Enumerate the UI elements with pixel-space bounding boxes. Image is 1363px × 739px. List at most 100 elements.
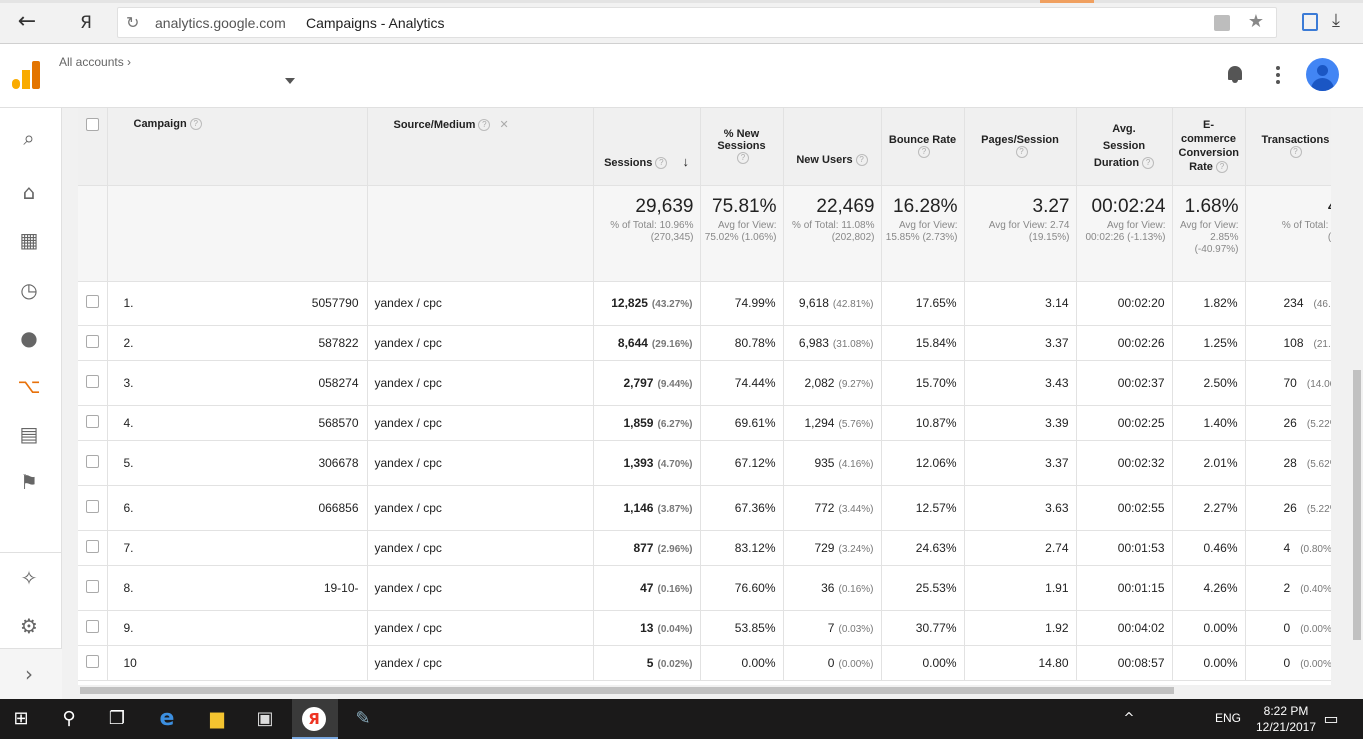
row-checkbox[interactable] <box>85 539 99 553</box>
all-accounts-breadcrumb[interactable]: All accounts › <box>59 55 131 69</box>
realtime-clock-icon[interactable]: ◷ <box>17 278 41 302</box>
source-medium-header[interactable]: Source/Medium? ✕ <box>367 108 594 186</box>
input-language[interactable]: ENG <box>1215 711 1241 725</box>
transactions-header[interactable]: Transactions? <box>1245 108 1331 186</box>
conversions-flag-icon[interactable]: ⚑ <box>17 470 41 494</box>
table-row[interactable]: 5. 306678 yandex / cpc 1,393 (4.70%) 67.12% 93… <box>78 440 1331 486</box>
table-row[interactable]: 7. yandex / cpc 877 (2.96%) 83.12% 729 (3.24%)… <box>78 530 1331 566</box>
help-icon[interactable]: ? <box>918 146 930 159</box>
source-medium-cell[interactable]: yandex / cpc <box>367 645 594 681</box>
avg-session-duration-header[interactable]: Avg. Session Duration? <box>1076 108 1173 186</box>
help-icon[interactable]: ? <box>1289 146 1302 159</box>
select-all-checkbox[interactable] <box>85 118 99 131</box>
source-medium-cell[interactable]: yandex / cpc <box>367 440 594 486</box>
account-avatar[interactable] <box>1306 58 1339 91</box>
expand-nav-button[interactable]: › <box>0 649 62 699</box>
task-view-icon[interactable]: ❐ <box>104 707 130 731</box>
table-row[interactable]: 3. 058274 yandex / cpc 2,797 (9.44%) 74.44% 2,… <box>78 360 1331 406</box>
table-row[interactable]: 1. 5057790 yandex / cpc 12,825 (43.27%) 74.99… <box>78 281 1331 326</box>
source-medium-cell[interactable]: yandex / cpc <box>367 610 594 646</box>
new-users-header[interactable]: New Users? <box>783 108 882 186</box>
source-medium-cell[interactable]: yandex / cpc <box>367 485 594 531</box>
sort-descending-icon[interactable]: ↓ <box>682 154 689 169</box>
horizontal-scroll-thumb[interactable] <box>80 687 1174 694</box>
table-row[interactable]: 6. 066856 yandex / cpc 1,146 (3.87%) 67.36% 77… <box>78 485 1331 531</box>
row-checkbox[interactable] <box>85 414 99 428</box>
source-medium-cell[interactable]: yandex / cpc <box>367 281 594 326</box>
table-row[interactable]: 9. yandex / cpc 13 (0.04%) 53.85% 7 (0.03%) 30.… <box>78 610 1331 646</box>
row-checkbox[interactable] <box>85 295 99 308</box>
more-options-icon[interactable] <box>1276 66 1280 84</box>
lock-icon[interactable] <box>1214 15 1230 31</box>
customization-icon[interactable]: ▦ <box>17 228 41 252</box>
tab-strip[interactable] <box>0 0 1363 3</box>
row-checkbox[interactable] <box>85 499 99 513</box>
admin-gear-icon[interactable]: ⚙ <box>17 614 41 638</box>
start-windows-icon[interactable]: ⊞ <box>8 707 34 731</box>
vertical-scrollbar[interactable] <box>1351 108 1363 699</box>
row-checkbox[interactable] <box>85 654 99 668</box>
campaign-header[interactable]: Campaign? <box>107 108 368 186</box>
campaign-link[interactable]: 5057790 <box>312 296 359 310</box>
campaign-link[interactable]: 19-10- <box>324 581 359 595</box>
home-icon[interactable]: ⌂ <box>17 180 41 204</box>
help-icon[interactable]: ? <box>737 152 749 165</box>
edge-browser-icon[interactable]: e <box>154 707 180 731</box>
audience-person-icon[interactable]: ● <box>17 326 41 350</box>
table-row[interactable]: 2. 587822 yandex / cpc 8,644 (29.16%) 80.78% 6… <box>78 325 1331 361</box>
source-medium-cell[interactable]: yandex / cpc <box>367 325 594 361</box>
table-row[interactable]: 10. yandex / cpc 5 (0.02%) 0.00% 0 (0.00%) 0.00… <box>78 645 1331 681</box>
remove-dimension-icon[interactable]: ✕ <box>499 119 508 131</box>
row-checkbox[interactable] <box>85 579 99 593</box>
source-medium-cell[interactable]: yandex / cpc <box>367 565 594 611</box>
account-dropdown-icon[interactable] <box>285 78 295 84</box>
action-center-icon[interactable]: ▭ <box>1318 707 1344 731</box>
file-explorer-icon[interactable]: ▆ <box>204 707 230 731</box>
address-bar[interactable]: ↻ analytics.google.com Campaigns - Analy… <box>117 7 1277 38</box>
bounce-rate-header[interactable]: Bounce Rate? <box>881 108 965 186</box>
back-button[interactable]: ← <box>14 10 40 36</box>
row-checkbox[interactable] <box>85 619 99 633</box>
download-icon[interactable]: ⤓ <box>1332 10 1340 31</box>
help-icon[interactable]: ? <box>1015 146 1028 159</box>
acquisition-icon[interactable]: ⌥ <box>17 374 41 398</box>
sessions-header[interactable]: Sessions? ↓ <box>592 108 701 186</box>
store-icon[interactable]: ▣ <box>252 707 278 731</box>
row-checkbox[interactable] <box>85 334 99 348</box>
row-checkbox[interactable] <box>85 374 99 388</box>
yandex-button[interactable]: Я <box>74 10 98 36</box>
search-icon[interactable]: ⌕ <box>17 126 41 150</box>
image-icon[interactable] <box>1302 13 1318 31</box>
row-checkbox[interactable] <box>85 454 99 468</box>
campaign-link[interactable]: 066856 <box>318 501 358 515</box>
reload-icon[interactable]: ↻ <box>126 13 139 32</box>
help-icon[interactable]: ? <box>1142 156 1155 169</box>
new-sessions-header[interactable]: % New Sessions? <box>700 108 784 186</box>
analytics-logo-icon[interactable] <box>12 61 40 89</box>
show-hidden-icons-chevron-icon[interactable]: ^ <box>1116 707 1142 731</box>
campaign-link[interactable]: 306678 <box>318 456 358 470</box>
help-icon[interactable]: ? <box>655 156 668 169</box>
yandex-browser-icon[interactable]: Я <box>302 707 326 731</box>
help-icon[interactable]: ? <box>855 154 868 167</box>
pages-session-header[interactable]: Pages/Session? <box>964 108 1077 186</box>
vertical-scroll-thumb[interactable] <box>1353 370 1361 640</box>
ecommerce-conversion-header[interactable]: E-commerce Conversion Rate? <box>1172 108 1246 186</box>
paint-icon[interactable]: ✎ <box>350 707 376 731</box>
help-icon[interactable]: ? <box>1215 161 1228 174</box>
bookmark-star-icon[interactable]: ★ <box>1248 11 1264 32</box>
behavior-icon[interactable]: ▤ <box>17 422 41 446</box>
system-clock[interactable]: 8:22 PM 12/21/2017 <box>1254 703 1318 735</box>
help-icon[interactable]: ? <box>478 119 491 132</box>
source-medium-cell[interactable]: yandex / cpc <box>367 360 594 406</box>
campaign-link[interactable]: 568570 <box>318 416 358 430</box>
table-row[interactable]: 4. 568570 yandex / cpc 1,859 (6.27%) 69.61% 1,… <box>78 405 1331 441</box>
campaign-link[interactable]: 058274 <box>318 376 358 390</box>
source-medium-cell[interactable]: yandex / cpc <box>367 530 594 566</box>
notifications-bell-icon[interactable] <box>1226 64 1244 84</box>
search-icon[interactable]: ⚲ <box>56 707 82 731</box>
source-medium-cell[interactable]: yandex / cpc <box>367 405 594 441</box>
discover-lightbulb-icon[interactable]: ✧ <box>17 566 41 590</box>
campaign-link[interactable]: 587822 <box>318 336 358 350</box>
help-icon[interactable]: ? <box>189 118 202 131</box>
